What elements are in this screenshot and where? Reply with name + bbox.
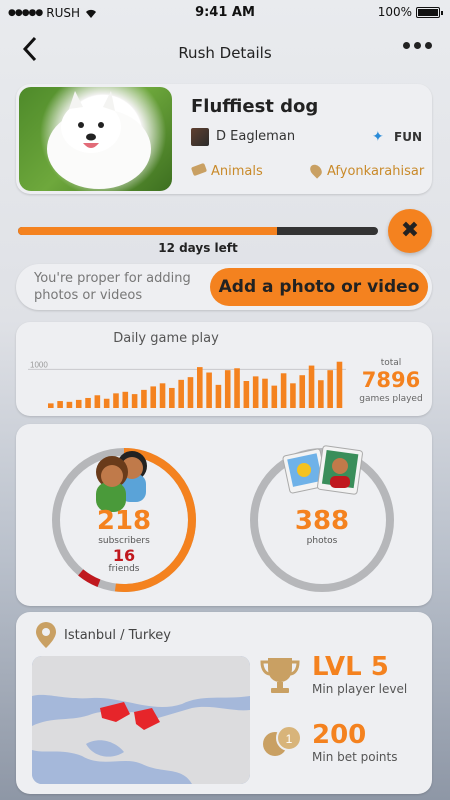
chart-bar xyxy=(75,399,82,408)
mood-label: FUN xyxy=(394,130,422,144)
chart-bar xyxy=(94,395,101,408)
chart-bar xyxy=(336,361,343,408)
add-media-hint: You're proper for adding photos or video… xyxy=(34,271,191,303)
trophy-icon xyxy=(260,658,300,693)
min-bet-value: 200 xyxy=(312,720,367,750)
chart-bar xyxy=(206,372,212,408)
chart-bar xyxy=(290,383,296,408)
dot-icon xyxy=(403,42,410,49)
chart-bar xyxy=(159,383,166,408)
location-map[interactable] xyxy=(32,656,250,784)
chart-bar xyxy=(150,386,157,408)
chart-bar xyxy=(178,379,184,408)
author-name[interactable]: D Eagleman xyxy=(216,129,295,144)
chart-bar xyxy=(262,378,268,408)
chart-bar xyxy=(224,370,231,408)
dog-image xyxy=(47,91,151,189)
battery-icon xyxy=(416,6,443,18)
chart-bar xyxy=(103,398,110,408)
photos-icon xyxy=(282,445,363,495)
location-pin-icon xyxy=(307,162,325,179)
chart-bar xyxy=(122,391,129,408)
y-tick-label: 1000 xyxy=(30,360,48,369)
location-card: Istanbul / Turkey LVL 5 Min player level… xyxy=(16,612,432,794)
tag-icon xyxy=(190,162,208,177)
min-bet-label: Min bet points xyxy=(312,750,398,764)
chart-bar xyxy=(141,389,147,408)
total-label: total xyxy=(380,358,402,368)
more-options-button[interactable] xyxy=(403,42,432,49)
chart-bar xyxy=(131,394,138,408)
chart-bar xyxy=(187,377,194,408)
chart-bar xyxy=(197,367,203,408)
svg-text:1: 1 xyxy=(286,732,293,746)
chart-bar xyxy=(85,397,91,408)
daily-game-play-card: Daily game play 1000 total 7896 games pl… xyxy=(16,322,432,416)
days-left-label: 12 days left xyxy=(158,241,238,255)
chart-bar xyxy=(327,370,333,408)
close-icon: ✖ xyxy=(400,218,420,243)
map-image xyxy=(32,656,250,784)
subscribers-count: 218 xyxy=(96,506,152,536)
chart-bar xyxy=(271,385,278,408)
page-title: Rush Details xyxy=(178,44,272,62)
chart-bar xyxy=(234,368,240,408)
dot-icon xyxy=(414,42,421,49)
category-link[interactable]: Animals xyxy=(211,164,263,179)
photos-label: photos xyxy=(306,536,338,546)
chart-bar xyxy=(215,384,222,408)
chart-bar xyxy=(252,376,259,408)
coins-icon: 1 xyxy=(263,725,302,756)
add-photo-video-button[interactable]: Add a photo or video xyxy=(210,268,428,306)
party-popper-icon: ✦ xyxy=(372,129,384,145)
friends-label: friends xyxy=(108,564,140,574)
chart-bar xyxy=(48,403,54,408)
rush-card[interactable]: Fluffiest dog D Eagleman ✦ FUN Animals A… xyxy=(16,84,432,194)
battery-group: 100% xyxy=(377,5,443,19)
total-value: 7896 xyxy=(361,368,421,392)
rush-title: Fluffiest dog xyxy=(191,96,319,117)
close-button[interactable]: ✖ xyxy=(388,209,432,253)
daily-game-play-chart: 1000 xyxy=(28,360,346,408)
avatar[interactable] xyxy=(191,128,209,146)
chart-title: Daily game play xyxy=(113,331,219,346)
status-bar: ●●●●● RUSH 9:41 AM 100% xyxy=(0,0,450,28)
map-pin-icon xyxy=(36,622,56,648)
stats-card: 218 subscribers 16 friends 388 photos xyxy=(16,424,432,606)
chart-bar xyxy=(318,380,324,408)
chart-bar xyxy=(113,393,119,408)
time-progress-fill xyxy=(18,227,278,235)
total-sub-label: games played xyxy=(359,394,423,404)
city-label: Istanbul / Turkey xyxy=(64,628,171,643)
min-level-value: LVL 5 xyxy=(312,652,389,682)
chart-bar xyxy=(280,373,287,408)
chart-bar xyxy=(66,401,73,408)
chart-bar xyxy=(169,387,175,408)
battery-percent: 100% xyxy=(377,5,412,19)
subscribers-label: subscribers xyxy=(98,536,150,546)
nav-bar: Rush Details xyxy=(0,30,450,76)
rush-photo[interactable] xyxy=(19,87,172,191)
chart-bar xyxy=(57,401,63,408)
photos-count: 388 xyxy=(294,506,350,536)
chart-bar xyxy=(299,375,306,408)
dot-icon xyxy=(425,42,432,49)
time-progress-bar xyxy=(18,227,378,235)
min-level-label: Min player level xyxy=(312,682,408,696)
people-icon xyxy=(96,451,147,512)
chart-bar xyxy=(243,381,250,408)
chart-bar xyxy=(308,365,315,408)
add-media-row: You're proper for adding photos or video… xyxy=(16,264,432,310)
location-link[interactable]: Afyonkarahisar xyxy=(327,164,424,179)
friends-count: 16 xyxy=(112,546,136,565)
